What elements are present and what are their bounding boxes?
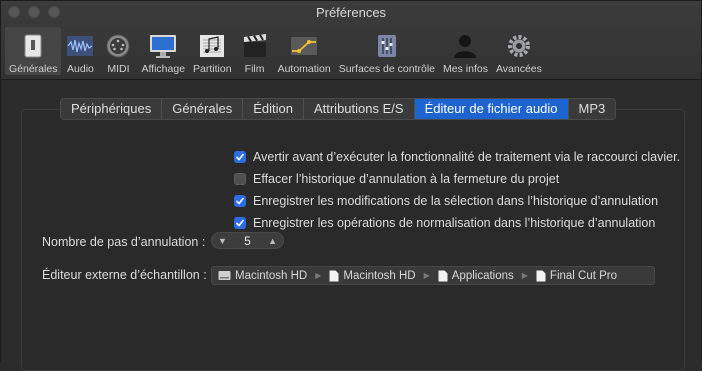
toolbar-label: Générales	[9, 63, 58, 75]
decrement-arrow-icon[interactable]: ▼	[218, 236, 227, 246]
faders-icon	[377, 35, 396, 57]
undo-steps-value: 5	[244, 233, 251, 248]
toolbar-item-avancees[interactable]: Avancées	[492, 27, 546, 75]
hard-drive-icon	[218, 271, 231, 280]
option-label: Effacer l’historique d’annulation à la f…	[253, 172, 560, 186]
toolbar-label: Partition	[193, 63, 232, 75]
toolbar-item-generales[interactable]: Générales	[5, 27, 62, 75]
path-segment-label: Macintosh HD	[235, 269, 308, 282]
path-segment-label: Final Cut Pro	[549, 269, 618, 282]
tab-generales[interactable]: Générales	[162, 99, 244, 119]
increment-arrow-icon[interactable]: ▲	[268, 236, 277, 246]
checkbox-unchecked[interactable]	[234, 173, 246, 185]
preferences-content: Avertir avant d’exécuter la fonctionnali…	[1, 80, 701, 371]
toolbar-label: MIDI	[107, 63, 130, 75]
toolbar-item-film[interactable]: Film	[236, 27, 274, 75]
option-record-selection-changes[interactable]: Enregistrer les modifications de la séle…	[234, 194, 658, 208]
checkmark-icon	[235, 197, 245, 205]
toolbar-label: Film	[244, 63, 265, 75]
path-segment[interactable]: Final Cut Pro	[536, 270, 617, 282]
toolbar-label: Avancées	[495, 63, 542, 75]
option-record-normalize-operations[interactable]: Enregistrer les opérations de normalisat…	[234, 216, 655, 230]
title-bar: Préférences Générales Audio MIDI Afficha…	[1, 1, 701, 80]
window-title: Préférences	[315, 5, 387, 20]
toolbar-item-midi[interactable]: MIDI	[99, 27, 137, 75]
path-separator-icon: ▶	[315, 271, 322, 280]
checkbox-checked[interactable]	[234, 217, 246, 229]
path-separator-icon: ▶	[423, 271, 430, 280]
preferences-window: Préférences Générales Audio MIDI Afficha…	[0, 0, 702, 371]
toolbar-item-automation[interactable]: Automation	[274, 27, 335, 75]
midi-port-icon	[106, 34, 130, 58]
toolbar-label: Affichage	[141, 63, 186, 75]
toolbar-label: Audio	[67, 63, 94, 75]
toolbar: Générales Audio MIDI Affichage Partition…	[5, 25, 546, 75]
path-segment[interactable]: Macintosh HD	[329, 269, 416, 282]
checkbox-checked[interactable]	[234, 195, 246, 207]
clapperboard-icon	[243, 34, 266, 57]
option-label: Avertir avant d’exécuter la fonctionnali…	[253, 150, 681, 164]
music-notes-icon	[200, 35, 225, 57]
automation-icon	[291, 37, 318, 55]
switch-icon	[24, 34, 42, 58]
tab-bar: Périphériques Générales Édition Attribut…	[60, 98, 617, 120]
toolbar-label: Mes infos	[443, 63, 488, 75]
undo-steps-stepper[interactable]: ▼ 5 ▲	[211, 232, 284, 249]
path-segment[interactable]: Macintosh HD	[218, 270, 307, 282]
external-editor-label: Éditeur externe d’échantillon :	[42, 268, 207, 282]
checkbox-checked[interactable]	[234, 151, 246, 163]
path-segment-label: Applications	[451, 269, 514, 282]
toolbar-item-affichage[interactable]: Affichage	[137, 27, 189, 75]
option-label: Enregistrer les opérations de normalisat…	[253, 216, 656, 230]
option-label: Enregistrer les modifications de la séle…	[253, 194, 659, 208]
user-icon	[454, 35, 477, 58]
tab-attributions-es[interactable]: Attributions E/S	[304, 99, 415, 119]
checkmark-icon	[235, 219, 245, 227]
path-segment-label: Macintosh HD	[343, 269, 416, 282]
document-icon	[536, 270, 546, 281]
display-icon	[150, 35, 177, 58]
toolbar-item-audio[interactable]: Audio	[61, 27, 99, 75]
option-warn-before-processing[interactable]: Avertir avant d’exécuter la fonctionnali…	[234, 150, 680, 164]
option-clear-undo-history[interactable]: Effacer l’historique d’annulation à la f…	[234, 172, 559, 186]
document-icon	[438, 270, 448, 281]
path-separator-icon: ▶	[521, 271, 528, 280]
checkmark-icon	[235, 153, 245, 161]
toolbar-label: Automation	[277, 63, 331, 75]
toolbar-item-surfaces-de-controle[interactable]: Surfaces de contrôle	[335, 27, 439, 75]
tab-editeur-fichier-audio[interactable]: Éditeur de fichier audio	[414, 99, 569, 119]
toolbar-item-partition[interactable]: Partition	[189, 27, 236, 75]
toolbar-item-mes-infos[interactable]: Mes infos	[439, 27, 492, 75]
gear-icon	[507, 35, 530, 57]
tab-mp3[interactable]: MP3	[569, 99, 616, 119]
tab-edition[interactable]: Édition	[243, 99, 304, 119]
external-editor-path-control[interactable]: Macintosh HD ▶ Macintosh HD ▶ Applicatio…	[211, 266, 655, 285]
path-segment[interactable]: Applications	[438, 270, 514, 282]
document-icon	[329, 270, 339, 281]
undo-steps-label: Nombre de pas d’annulation :	[42, 235, 206, 249]
toolbar-label: Surfaces de contrôle	[338, 63, 436, 75]
waveform-icon	[67, 36, 94, 56]
tab-peripheriques[interactable]: Périphériques	[61, 99, 163, 119]
